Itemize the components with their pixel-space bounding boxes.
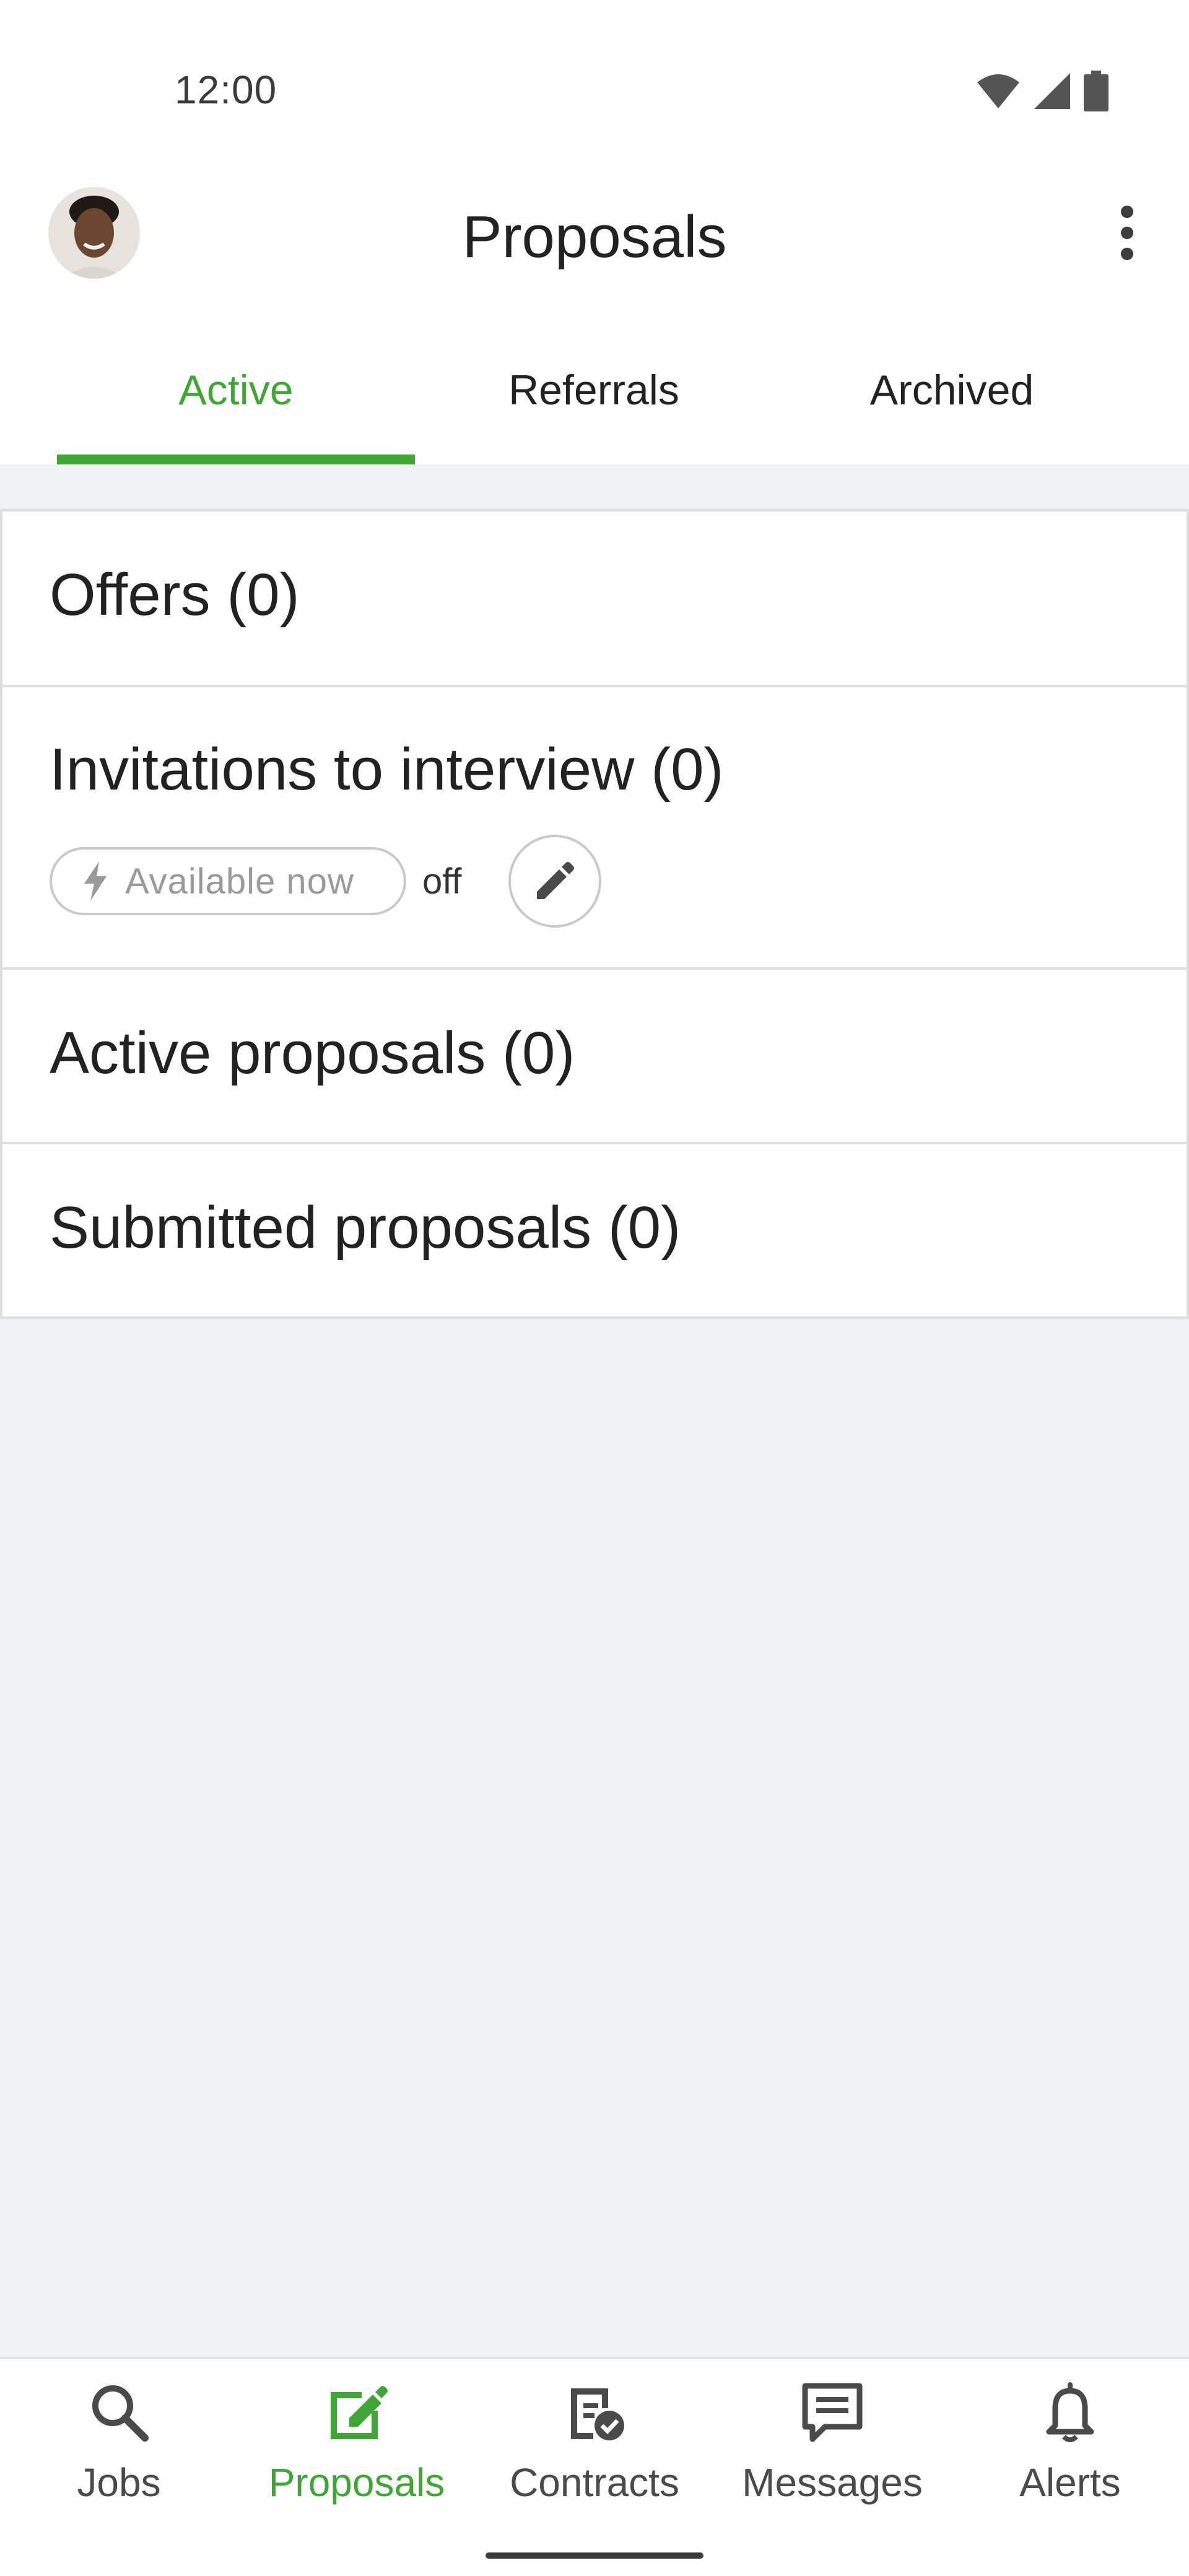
nav-messages-label: Messages	[742, 2460, 923, 2505]
wifi-icon	[977, 74, 1019, 108]
nav-contracts[interactable]: Contracts	[476, 2378, 713, 2526]
bottom-navigation: Jobs Proposals Contracts Messages Alerts	[0, 2357, 1189, 2576]
battery-icon	[1084, 71, 1108, 111]
status-time: 12:00	[175, 67, 277, 112]
invitations-section[interactable]: Invitations to interview (0) Available n…	[0, 685, 1189, 967]
available-now-chip[interactable]: Available now	[50, 847, 406, 915]
bell-icon	[1036, 2378, 1104, 2446]
cellular-signal-icon	[1034, 73, 1070, 109]
pencil-icon	[537, 862, 575, 899]
nav-alerts[interactable]: Alerts	[951, 2378, 1189, 2526]
nav-jobs[interactable]: Jobs	[0, 2378, 238, 2526]
app-header: Proposals	[0, 161, 1189, 316]
offers-section[interactable]: Offers (0)	[0, 509, 1189, 685]
tab-referrals[interactable]: Referrals	[415, 316, 773, 464]
active-proposals-title: Active proposals (0)	[50, 1020, 575, 1086]
available-now-label: Available now	[125, 861, 354, 902]
proposals-screen: 12:00 Proposals Active Referrals Archive…	[0, 0, 1189, 2576]
nav-proposals[interactable]: Proposals	[238, 2378, 476, 2526]
edit-availability-button[interactable]	[508, 835, 602, 928]
status-bar: 12:00	[0, 0, 1189, 161]
active-tab-indicator	[57, 455, 415, 464]
submitted-proposals-title: Submitted proposals (0)	[50, 1194, 681, 1261]
active-proposals-section[interactable]: Active proposals (0)	[0, 967, 1189, 1142]
edit-document-icon	[323, 2378, 391, 2446]
tab-active[interactable]: Active	[57, 316, 415, 464]
page-title: Proposals	[462, 204, 727, 270]
nav-jobs-label: Jobs	[77, 2460, 161, 2505]
status-icons	[976, 69, 1108, 113]
more-vertical-icon[interactable]	[1102, 196, 1152, 270]
proposal-sections: Offers (0) Invitations to interview (0) …	[0, 509, 1189, 1319]
nav-messages[interactable]: Messages	[713, 2378, 951, 2526]
contract-check-icon	[560, 2378, 629, 2446]
nav-alerts-label: Alerts	[1019, 2460, 1121, 2505]
nav-proposals-label: Proposals	[268, 2460, 445, 2505]
availability-row: Available now off	[50, 835, 602, 928]
lightning-bolt-icon	[84, 861, 107, 901]
proposals-tabs: Active Referrals Archived	[0, 316, 1189, 464]
message-icon	[798, 2378, 866, 2446]
tab-archived[interactable]: Archived	[773, 316, 1131, 464]
home-indicator[interactable]	[486, 2552, 703, 2559]
offers-title: Offers (0)	[50, 562, 300, 628]
availability-state: off	[422, 861, 462, 902]
nav-contracts-label: Contracts	[510, 2460, 679, 2505]
invitations-title: Invitations to interview (0)	[50, 736, 724, 803]
search-icon	[85, 2378, 153, 2446]
submitted-proposals-section[interactable]: Submitted proposals (0)	[0, 1142, 1189, 1319]
